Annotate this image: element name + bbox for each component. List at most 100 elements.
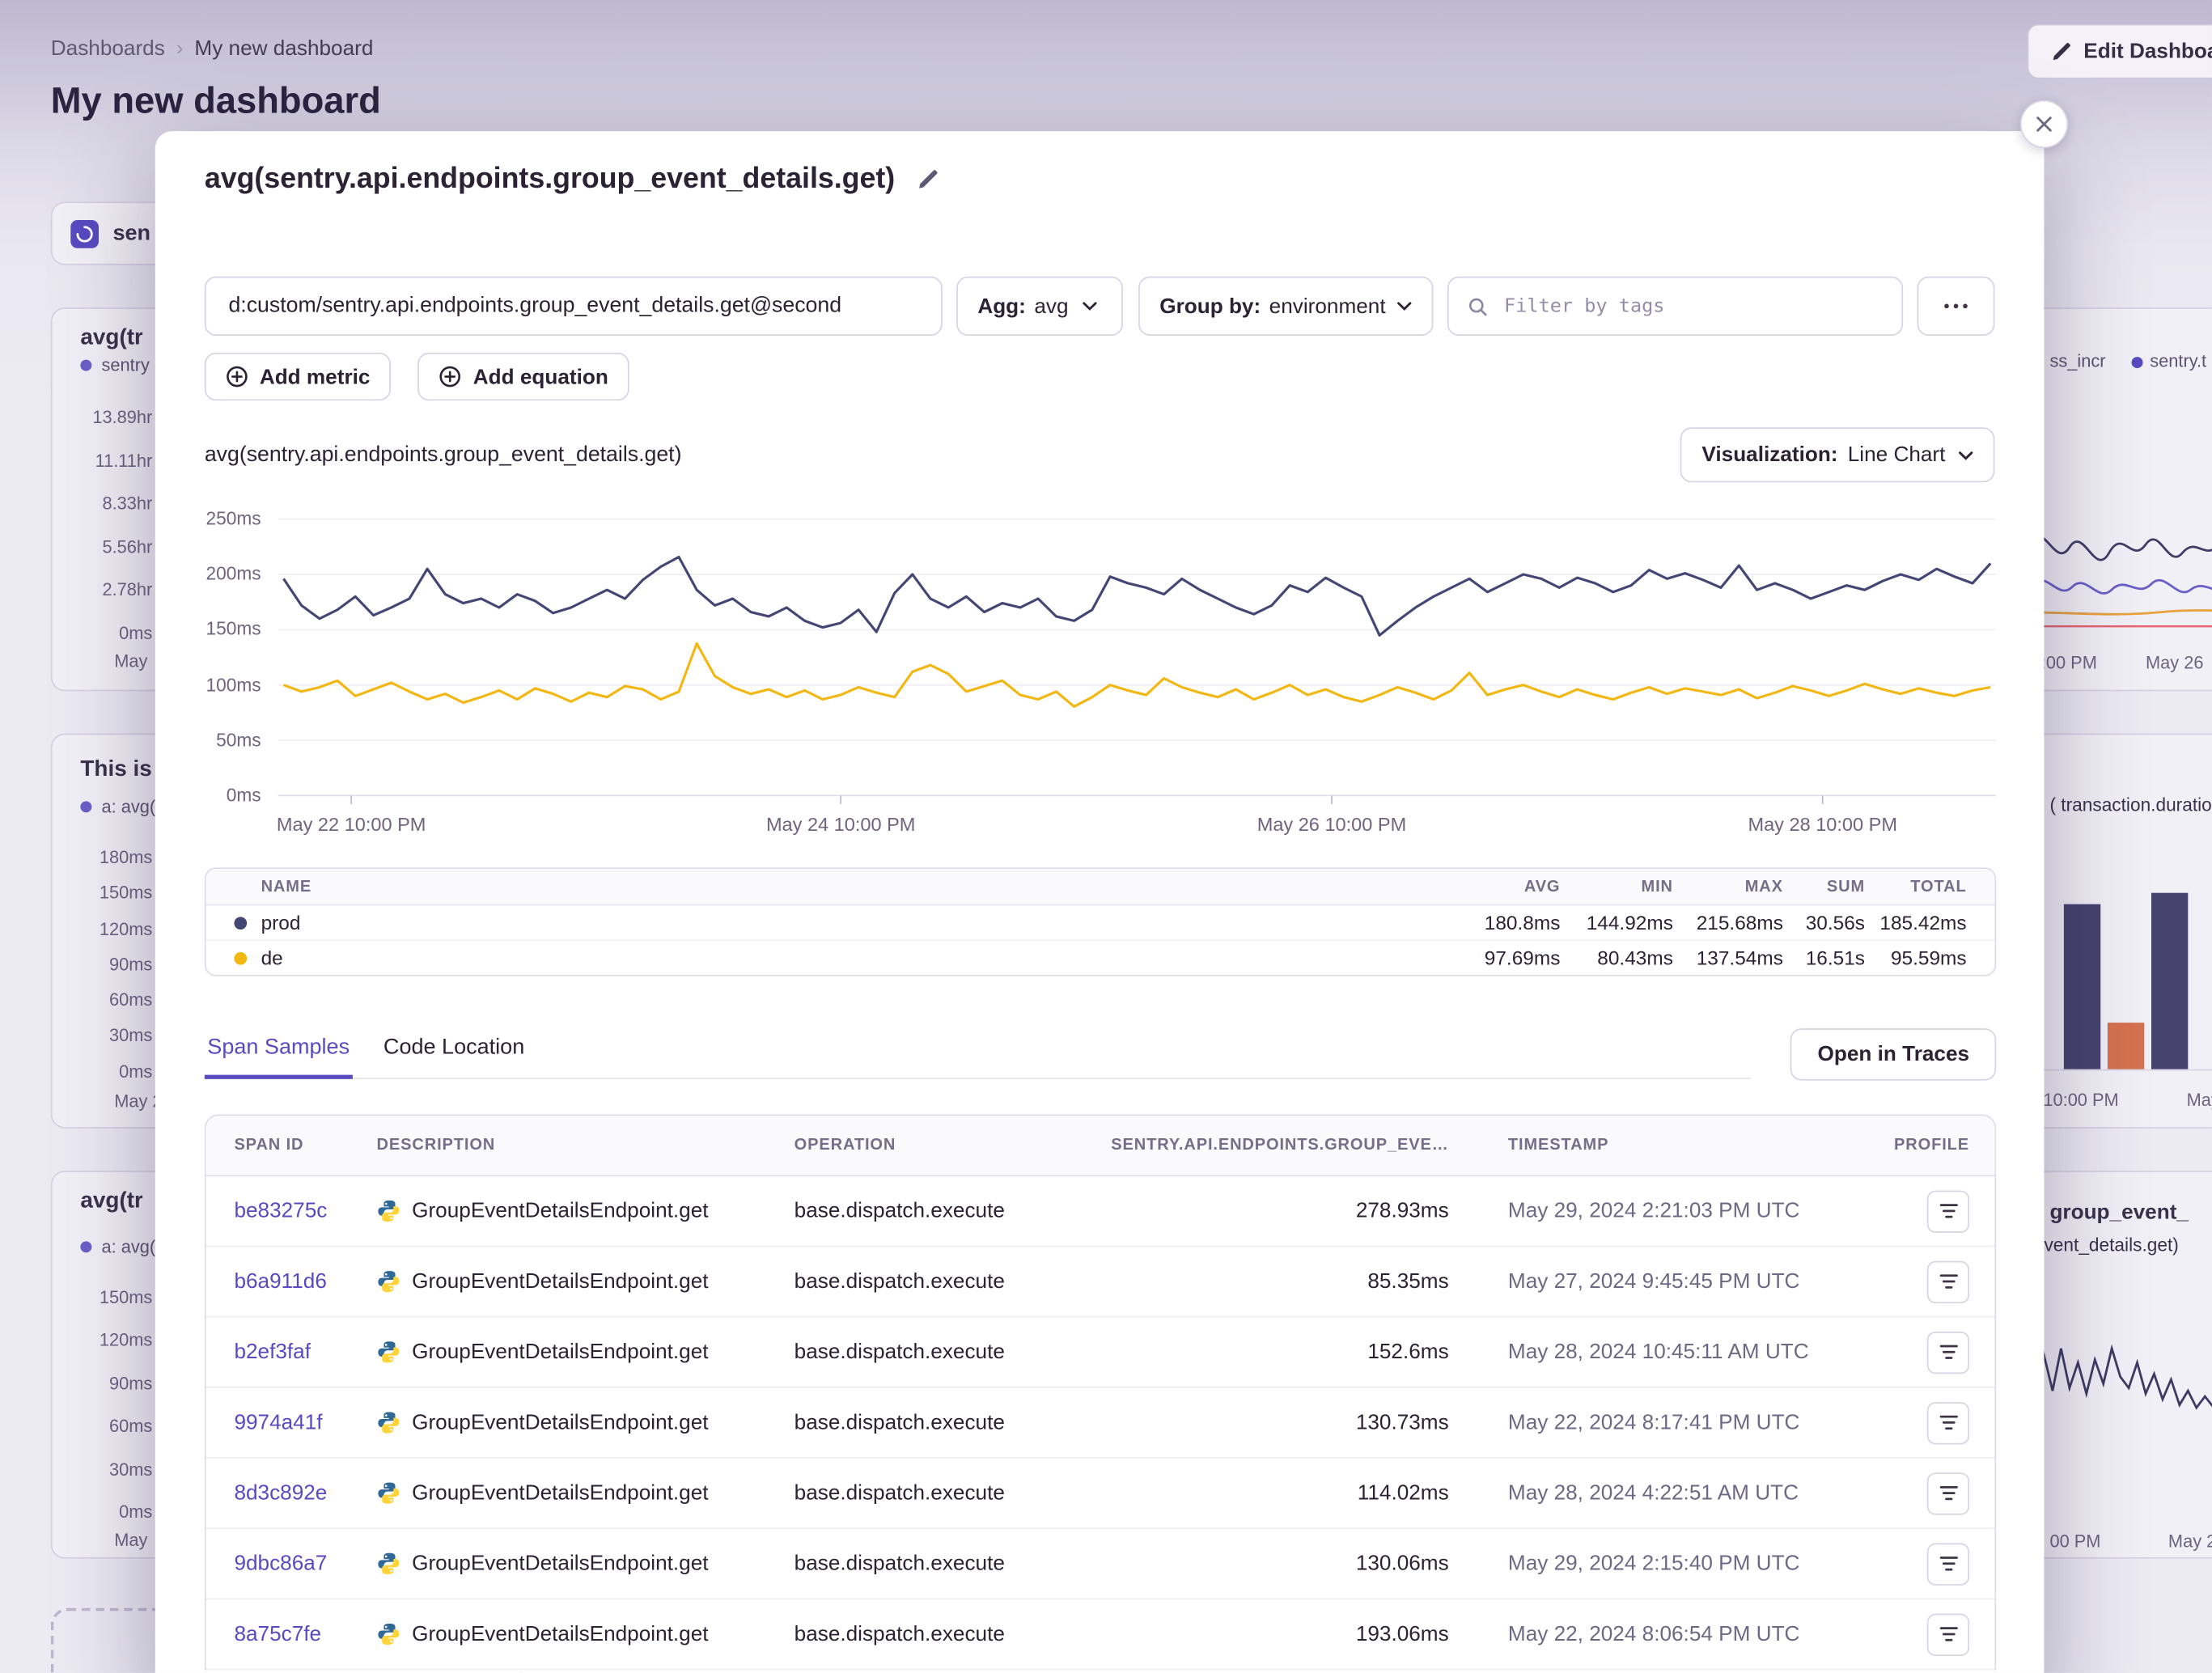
metric-details-modal: avg(sentry.api.endpoints.group_event_det…: [155, 131, 2045, 1673]
breadcrumb-separator-icon: ›: [176, 36, 184, 61]
tag-filter-input[interactable]: [1502, 294, 1884, 319]
add-metric-button[interactable]: Add metric: [205, 353, 392, 400]
tag-filter: [1447, 277, 1903, 336]
x-axis-tick: May 22 10:00 PM: [224, 814, 478, 835]
y-axis-tick: 50ms: [190, 728, 261, 753]
profile-icon: [1939, 1343, 1958, 1362]
close-icon: [2036, 116, 2053, 133]
aggregate-select[interactable]: Agg: avg: [956, 277, 1123, 336]
span-id-link[interactable]: b6a911d6: [234, 1269, 376, 1294]
profile-button[interactable]: [1927, 1401, 1969, 1443]
profile-button[interactable]: [1927, 1472, 1969, 1514]
chart-series: [283, 557, 1990, 707]
close-button[interactable]: [2020, 100, 2068, 148]
samples-header-row: SPAN ID DESCRIPTION OPERATION SENTRY.API…: [206, 1116, 1995, 1176]
python-icon: [377, 1340, 401, 1364]
open-in-traces-button[interactable]: Open in Traces: [1790, 1028, 1996, 1081]
table-row: b6a911d6 GroupEventDetailsEndpoint.get b…: [206, 1247, 1995, 1317]
table-row: 8a75c7fe GroupEventDetailsEndpoint.get b…: [206, 1599, 1995, 1670]
bar: [2151, 893, 2188, 1069]
table-row: 8d3c892e GroupEventDetailsEndpoint.get b…: [206, 1459, 1995, 1529]
profile-button[interactable]: [1927, 1190, 1969, 1232]
span-id-link[interactable]: 8a75c7fe: [234, 1622, 376, 1646]
python-icon: [377, 1622, 401, 1646]
profile-icon: [1939, 1413, 1958, 1432]
plus-circle-icon: [226, 366, 248, 388]
profile-button[interactable]: [1927, 1613, 1969, 1655]
more-options-button[interactable]: [1917, 277, 1995, 336]
pencil-icon: [917, 167, 940, 190]
app-root: Dashboards › My new dashboard My new das…: [0, 0, 2212, 1673]
span-samples-table: SPAN ID DESCRIPTION OPERATION SENTRY.API…: [205, 1114, 1996, 1670]
python-icon: [377, 1269, 401, 1294]
profile-button[interactable]: [1927, 1543, 1969, 1585]
group-by-select[interactable]: Group by: environment: [1138, 277, 1434, 336]
python-icon: [377, 1199, 401, 1223]
chevron-down-icon: [1083, 300, 1098, 311]
table-row: b2ef3faf GroupEventDetailsEndpoint.get b…: [206, 1318, 1995, 1388]
y-axis-tick: 0ms: [190, 783, 261, 808]
series-color-dot: [234, 951, 247, 964]
table-row: be83275c GroupEventDetailsEndpoint.get b…: [206, 1176, 1995, 1247]
modal-title: avg(sentry.api.endpoints.group_event_det…: [205, 163, 895, 197]
summary-header-row: NAME AVG MIN MAX SUM TOTAL: [206, 869, 1995, 905]
bar: [2064, 904, 2100, 1069]
summary-row[interactable]: de 97.69ms 80.43ms 137.54ms 16.51s 95.59…: [206, 939, 1995, 975]
page-title: My new dashboard: [51, 79, 381, 123]
profile-icon: [1939, 1273, 1958, 1291]
profile-button[interactable]: [1927, 1331, 1969, 1373]
chevron-down-icon: [1958, 449, 1973, 460]
series-summary-table: NAME AVG MIN MAX SUM TOTAL prod 180.8ms …: [205, 867, 1996, 976]
python-icon: [377, 1552, 401, 1576]
breadcrumb-current: My new dashboard: [194, 36, 373, 61]
profile-icon: [1939, 1625, 1958, 1644]
visualization-select[interactable]: Visualization: Line Chart: [1680, 427, 1994, 482]
profile-icon: [1939, 1202, 1958, 1221]
table-row: 9974a41f GroupEventDetailsEndpoint.get b…: [206, 1388, 1995, 1459]
python-icon: [377, 1481, 401, 1506]
profile-icon: [1939, 1554, 1958, 1573]
summary-row[interactable]: prod 180.8ms 144.92ms 215.68ms 30.56s 18…: [206, 905, 1995, 939]
tabs: Span Samples Code Location: [205, 1020, 1751, 1079]
y-axis-tick: 150ms: [190, 616, 261, 642]
plus-circle-icon: [439, 366, 462, 388]
chart-series-label: avg(sentry.api.endpoints.group_event_det…: [205, 443, 682, 468]
chevron-down-icon: [1397, 300, 1413, 311]
series-color-dot: [2132, 357, 2143, 368]
chart-grid: [278, 519, 1996, 804]
series-color-dot: [80, 801, 91, 812]
ellipsis-icon: [1944, 303, 1968, 309]
y-axis-tick: 250ms: [190, 506, 261, 532]
x-axis-tick: May 28 10:00 PM: [1696, 814, 1950, 835]
span-id-link[interactable]: 8d3c892e: [234, 1481, 376, 1506]
samples-toolbar: Span Samples Code Location Open in Trace…: [205, 1020, 1996, 1085]
y-axis-tick: 100ms: [190, 673, 261, 698]
breadcrumb: Dashboards › My new dashboard: [51, 36, 374, 61]
line-chart[interactable]: [278, 508, 1996, 807]
breadcrumb-root[interactable]: Dashboards: [51, 36, 165, 61]
span-id-link[interactable]: b2ef3faf: [234, 1340, 376, 1364]
profile-button[interactable]: [1927, 1260, 1969, 1302]
x-axis-tick: May 26 10:00 PM: [1205, 814, 1459, 835]
table-row: 9dbc86a7 GroupEventDetailsEndpoint.get b…: [206, 1529, 1995, 1599]
span-id-link[interactable]: 9974a41f: [234, 1411, 376, 1435]
tab-code-location[interactable]: Code Location: [380, 1020, 527, 1079]
pencil-icon: [2051, 41, 2072, 62]
search-icon: [1468, 295, 1489, 316]
series-color-dot: [80, 1241, 91, 1252]
add-equation-button[interactable]: Add equation: [418, 353, 629, 400]
sentry-logo-icon: [70, 219, 99, 248]
bar: [2108, 1023, 2144, 1069]
x-axis-tick: May 24 10:00 PM: [714, 814, 968, 835]
series-color-dot: [80, 360, 91, 371]
series-color-dot: [234, 916, 247, 929]
tab-span-samples[interactable]: Span Samples: [205, 1020, 353, 1079]
edit-dashboard-button[interactable]: Edit Dashboard: [2028, 24, 2212, 79]
edit-title-button[interactable]: [915, 165, 943, 193]
python-icon: [377, 1411, 401, 1435]
metric-query-input[interactable]: [205, 277, 943, 336]
span-id-link[interactable]: 9dbc86a7: [234, 1552, 376, 1576]
span-id-link[interactable]: be83275c: [234, 1199, 376, 1223]
profile-icon: [1939, 1484, 1958, 1502]
y-axis-tick: 200ms: [190, 561, 261, 587]
